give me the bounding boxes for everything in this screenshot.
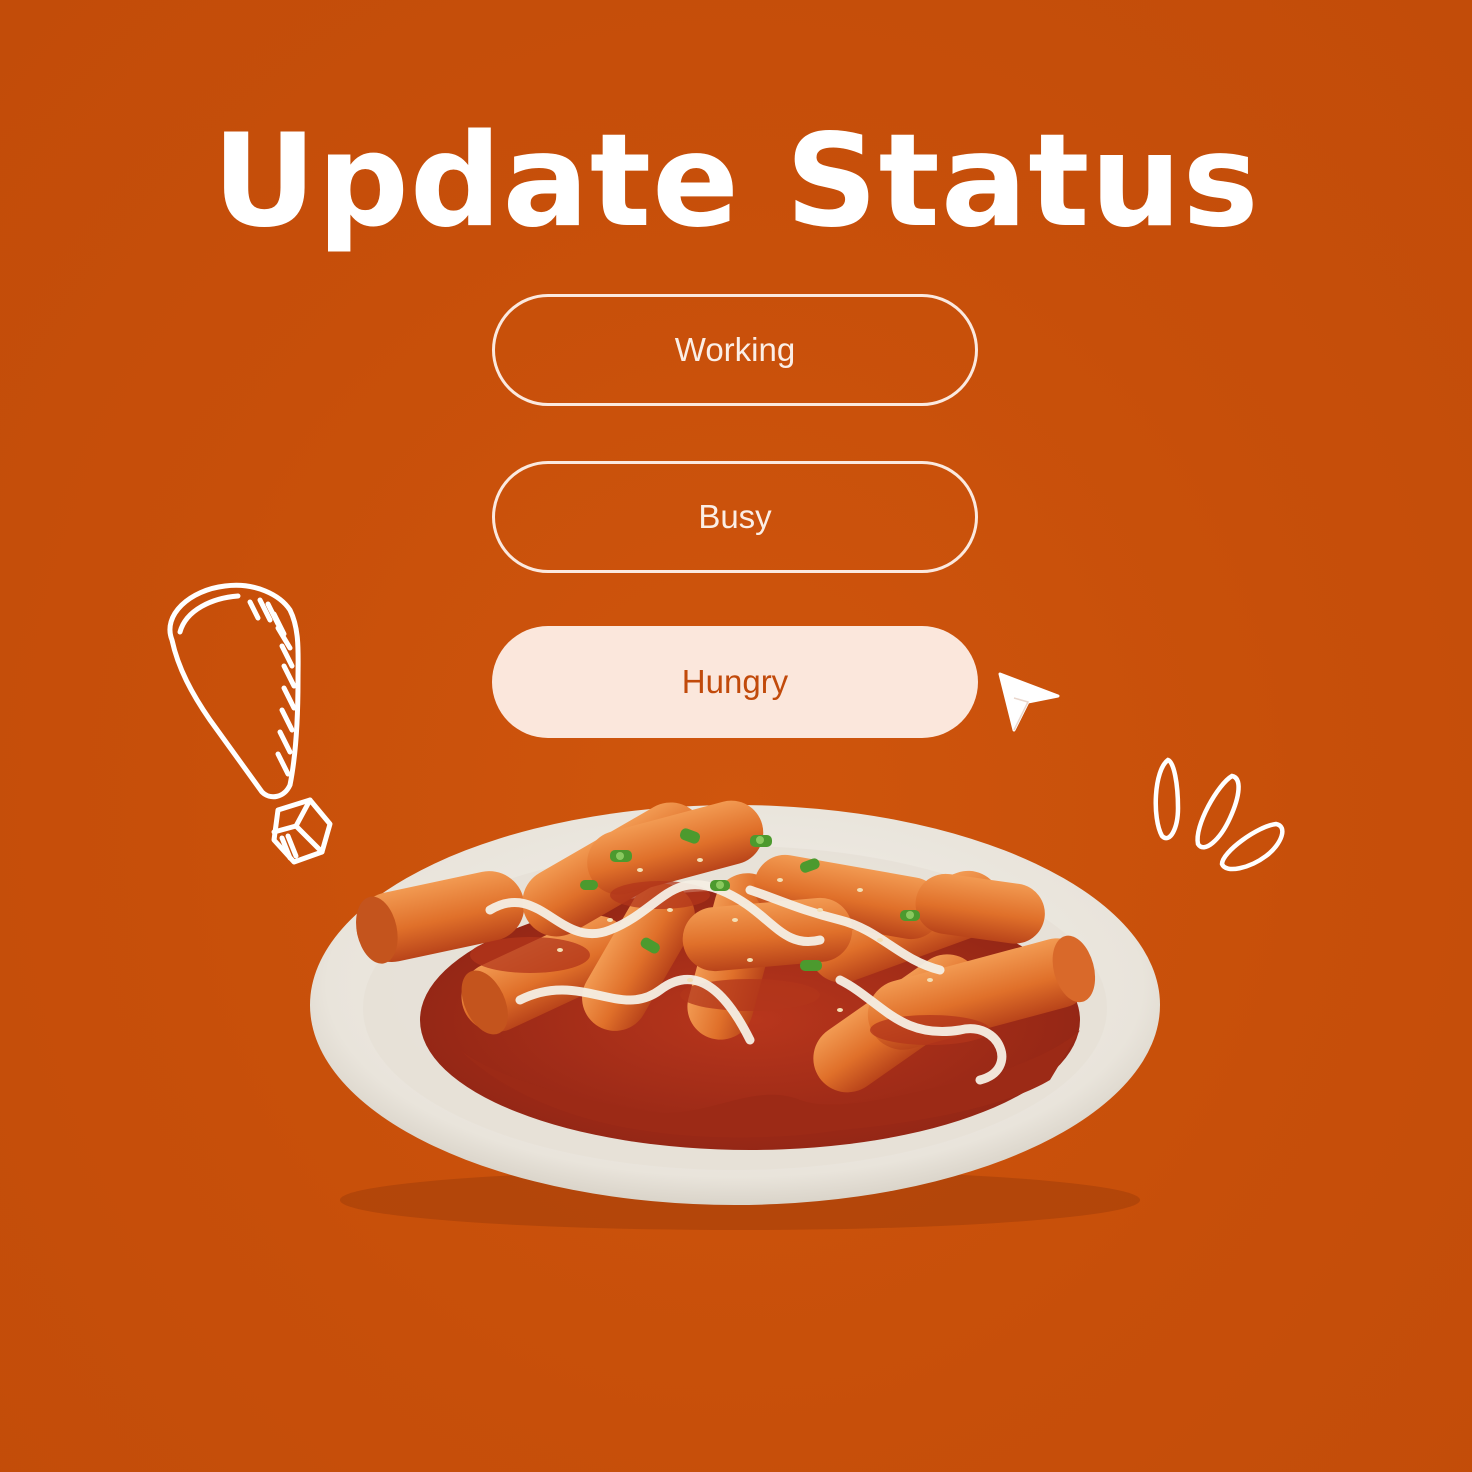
cursor-arrow-icon <box>998 672 1060 732</box>
status-option-hungry[interactable]: Hungry <box>492 626 978 738</box>
status-screen: Update Status Working Busy Hungry <box>0 0 1472 1472</box>
status-option-label: Hungry <box>681 663 789 700</box>
tteokbokki-plate-image <box>310 800 1160 1230</box>
status-option-label: Working <box>674 331 796 368</box>
status-option-working[interactable]: Working <box>492 294 978 406</box>
status-option-label: Busy <box>698 498 772 535</box>
status-option-busy[interactable]: Busy <box>492 461 978 573</box>
page-title: Update Status <box>212 107 1260 256</box>
